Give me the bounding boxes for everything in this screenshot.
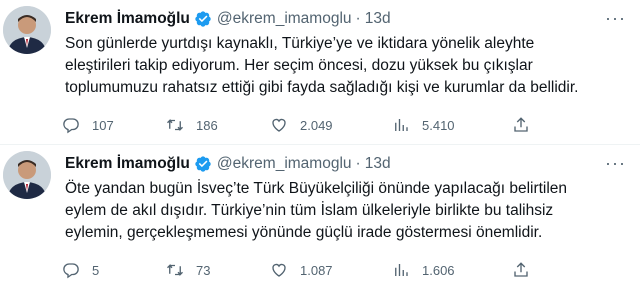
share-icon <box>514 262 528 277</box>
like-button[interactable]: 1.087 <box>270 261 333 279</box>
reply-count: 107 <box>92 117 114 133</box>
reply-button[interactable]: 5 <box>62 261 99 279</box>
retweet-count: 186 <box>196 117 218 133</box>
retweet-count: 73 <box>196 262 211 278</box>
tweet-text-line: Öte yandan bugün İsveç’te Türk Büyükelçi… <box>65 180 568 197</box>
tweet[interactable]: Ekrem İmamoğlu @ekrem_imamoglu · 13d ···… <box>0 0 640 144</box>
timestamp[interactable]: 13d <box>365 10 391 28</box>
separator-dot: · <box>355 10 361 27</box>
reply-icon <box>63 263 79 279</box>
tweet-text-line: toplumumuzu rahatsız ettiği gibi fayda s… <box>65 79 579 96</box>
author-name[interactable]: Ekrem İmamoğlu <box>65 155 190 173</box>
views-button[interactable]: 1.606 <box>392 261 455 279</box>
tweet-actions: 5 73 1.087 1.606 <box>62 261 542 281</box>
timestamp[interactable]: 13d <box>365 155 391 173</box>
verified-badge-icon <box>195 156 211 172</box>
more-icon[interactable]: ··· <box>605 153 626 174</box>
share-button[interactable] <box>512 116 530 134</box>
tweet-text-line: eylem de akıl dışıdır. Türkiye’nin tüm İ… <box>65 202 554 219</box>
reply-button[interactable]: 107 <box>62 116 114 134</box>
views-button[interactable]: 5.410 <box>392 116 455 134</box>
tweet-actions: 107 186 2.049 5.410 <box>62 116 542 136</box>
like-icon <box>272 263 286 277</box>
share-icon <box>514 117 528 132</box>
reply-count: 5 <box>92 262 100 278</box>
author-handle[interactable]: @ekrem_imamoglu <box>217 10 352 28</box>
share-button[interactable] <box>512 261 530 279</box>
tweet-text-line: eylemin, gerçekleşmemesi yönünde güçlü i… <box>65 224 543 241</box>
like-button[interactable]: 2.049 <box>270 116 333 134</box>
retweet-icon <box>167 118 183 132</box>
tweet-text: Son günlerde yurtdışı kaynaklı, Türkiye’… <box>65 33 631 99</box>
verified-badge-icon <box>195 11 211 27</box>
like-icon <box>272 118 286 132</box>
author-name[interactable]: Ekrem İmamoğlu <box>65 10 190 28</box>
more-icon[interactable]: ··· <box>605 8 626 29</box>
like-count: 2.049 <box>300 117 333 133</box>
tweet[interactable]: Ekrem İmamoğlu @ekrem_imamoglu · 13d ···… <box>0 144 640 288</box>
views-count: 1.606 <box>422 262 455 278</box>
tweet-text-line: eleştirileri takip ediyorum. Her seçim ö… <box>65 57 533 74</box>
tweet-text: Öte yandan bugün İsveç’te Türk Büyükelçi… <box>65 178 631 244</box>
avatar[interactable] <box>3 6 51 54</box>
avatar[interactable] <box>3 151 51 199</box>
views-count: 5.410 <box>422 117 455 133</box>
retweet-button[interactable]: 186 <box>166 116 218 134</box>
reply-icon <box>63 118 79 134</box>
retweet-button[interactable]: 73 <box>166 261 210 279</box>
views-icon <box>395 264 408 276</box>
author-handle[interactable]: @ekrem_imamoglu <box>217 155 352 173</box>
tweet-text-line: Son günlerde yurtdışı kaynaklı, Türkiye’… <box>65 35 535 52</box>
like-count: 1.087 <box>300 262 333 278</box>
retweet-icon <box>167 263 183 277</box>
separator-dot: · <box>355 155 361 172</box>
views-icon <box>395 119 408 131</box>
